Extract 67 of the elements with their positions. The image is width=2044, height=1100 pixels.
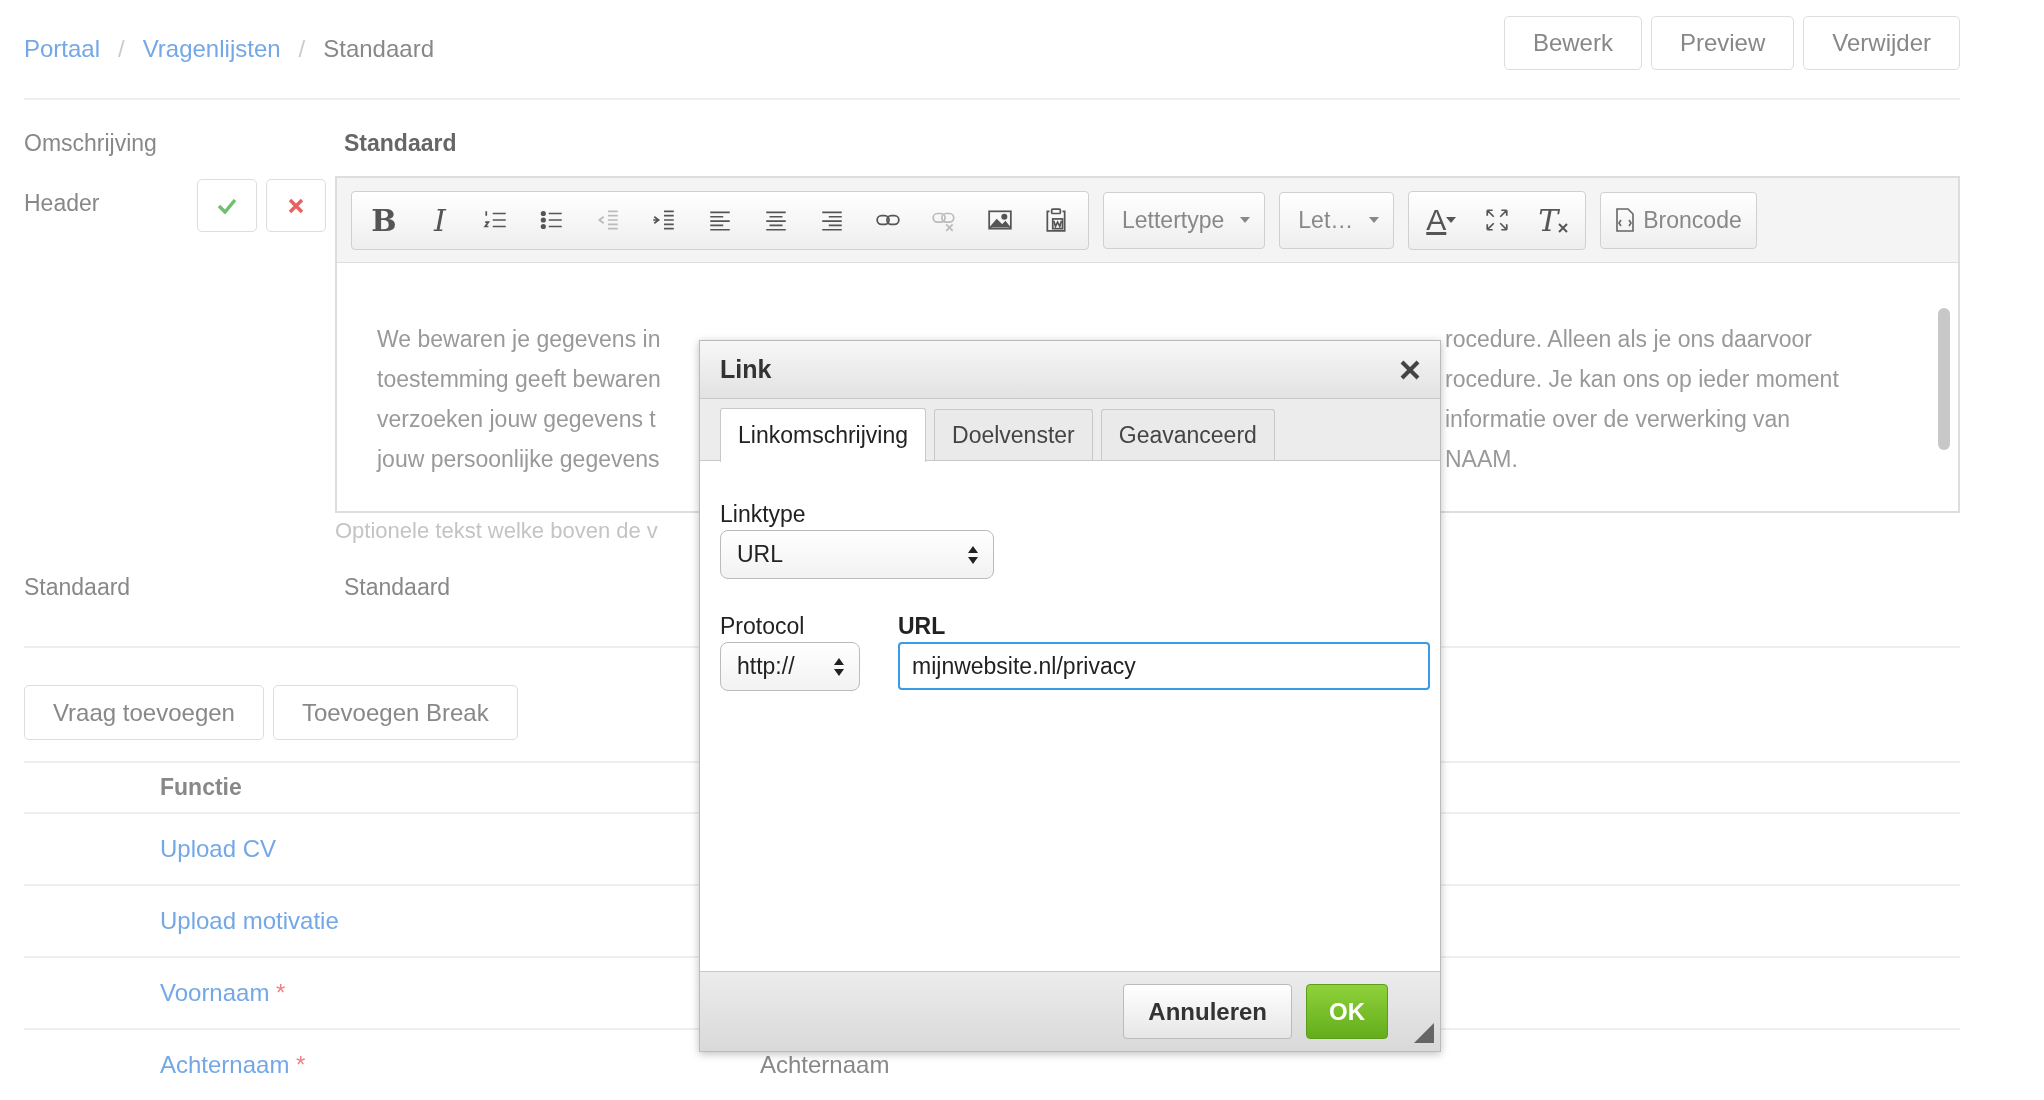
text-color-button[interactable]: A xyxy=(1413,195,1470,245)
ok-button[interactable]: OK xyxy=(1306,984,1388,1039)
question-link[interactable]: Upload motivatie xyxy=(160,907,339,934)
editor-text: rocedure. Je kan ons op ieder moment xyxy=(1445,365,1840,394)
editor-text: NAAM. xyxy=(1445,445,1519,474)
italic-button[interactable]: I xyxy=(412,195,468,245)
dialog-title: Link xyxy=(720,355,772,384)
linktype-select[interactable]: URL xyxy=(720,530,994,579)
field-label: Omschrijving xyxy=(24,129,158,157)
breadcrumb-current: Standaard xyxy=(323,35,434,63)
source-button[interactable]: Broncode xyxy=(1600,191,1757,249)
editor-text: We bewaren je gegevens in xyxy=(377,325,662,354)
caret-icon xyxy=(1240,217,1251,223)
field-hint: Optionele tekst welke boven de v xyxy=(335,518,659,545)
breadcrumb-separator: / xyxy=(298,35,306,63)
close-icon xyxy=(288,197,304,214)
scrollbar-thumb[interactable] xyxy=(1938,308,1950,450)
dialog-tab[interactable]: Linkomschrijving xyxy=(720,407,926,462)
caret-icon xyxy=(1446,217,1457,223)
dialog-tab[interactable]: Doelvenster xyxy=(934,409,1093,460)
field-label: Protocol xyxy=(720,613,806,640)
editor-text: jouw persoonlijke gegevens xyxy=(377,445,661,474)
header-button[interactable]: Verwijder xyxy=(1803,16,1960,70)
caret-icon xyxy=(1369,217,1380,223)
cancel-button[interactable]: Annuleren xyxy=(1123,984,1292,1039)
editor-text: toestemming geeft bewaren xyxy=(377,365,662,394)
field-label: Linktype xyxy=(720,501,807,528)
field-value: Standaard xyxy=(344,129,458,157)
field-label: Header xyxy=(24,190,101,217)
protocol-select[interactable]: http:// xyxy=(720,642,860,691)
check-icon xyxy=(217,197,237,214)
breadcrumb-link[interactable]: Portaal xyxy=(24,35,101,63)
table-cell-text: Achternaam xyxy=(760,1051,891,1079)
field-label: Standaard xyxy=(24,573,132,601)
add-button[interactable]: Vraag toevoegen xyxy=(24,685,264,740)
question-link[interactable]: Voornaam xyxy=(160,979,270,1006)
editor-text: informatie over de verwerking van xyxy=(1445,405,1792,434)
field-value: Standaard xyxy=(344,573,452,601)
close-button[interactable] xyxy=(1400,359,1420,380)
remove-format-button[interactable]: T xyxy=(1525,195,1582,245)
resize-handle-icon[interactable] xyxy=(1414,1023,1434,1043)
question-link[interactable]: Upload CV xyxy=(160,835,277,862)
breadcrumb-link[interactable]: Vragenlijsten xyxy=(142,35,281,63)
field-label: URL xyxy=(898,613,947,640)
question-link[interactable]: Achternaam xyxy=(160,1051,290,1078)
editor-text: verzoeken jouw gegevens t xyxy=(377,405,657,434)
column-header: Functie xyxy=(160,774,242,801)
maximize-icon xyxy=(1484,207,1511,233)
font-dropdown[interactable]: Lettertype xyxy=(1103,191,1266,249)
cross-icon xyxy=(1558,223,1569,233)
required-mark: * xyxy=(276,979,286,1006)
font-dropdown[interactable]: Let… xyxy=(1279,191,1395,249)
editor-text: rocedure. Alleen als je ons daarvoor xyxy=(1445,325,1813,354)
code-file-icon xyxy=(1615,208,1636,232)
required-mark: * xyxy=(296,1051,306,1078)
image-icon xyxy=(987,207,1013,233)
add-button[interactable]: Toevoegen Break xyxy=(272,685,518,740)
header-button[interactable]: Bewerk xyxy=(1503,16,1642,70)
cancel-button[interactable] xyxy=(266,179,326,232)
clipboard-icon xyxy=(1043,207,1069,233)
url-input[interactable]: mijnwebsite.nl/privacy xyxy=(898,642,1430,690)
breadcrumb-separator: / xyxy=(118,35,125,63)
close-icon xyxy=(1400,359,1420,380)
indent-icon xyxy=(651,207,677,233)
header-button[interactable]: Preview xyxy=(1650,16,1795,70)
bold-button[interactable]: B xyxy=(356,195,412,245)
dialog-tab[interactable]: Geavanceerd xyxy=(1100,409,1275,460)
